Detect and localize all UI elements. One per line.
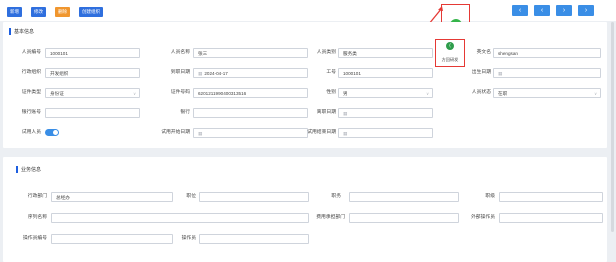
rank-field[interactable] (499, 192, 603, 202)
basic-info-card: 基本信息 ⟨ 方回研发 人员编号 1000101 人员名称 张三 人员类别 服务… (3, 22, 607, 148)
first-page-button[interactable]: ‹ (512, 5, 528, 16)
leave-date-label: 离职日期 (316, 110, 336, 115)
person-code-field[interactable]: 1000101 (45, 48, 140, 58)
external-operator-label: 外部操作员 (471, 215, 495, 220)
create-org-button[interactable]: 创建组织 (79, 7, 103, 17)
trial-start-label: 试用开始日期 (161, 130, 190, 135)
add-button[interactable]: 新增 (7, 7, 22, 17)
person-category-field[interactable]: 服务类 (338, 48, 433, 58)
position-field[interactable] (199, 192, 309, 202)
person-category-label: 人员类别 (316, 50, 336, 55)
business-info-card: 业务信息 行政部门 总经办 职位 职务 职级 序列名称 费用承担部门 外部操作员… (3, 157, 607, 262)
id-number-field[interactable]: 6201211990400313516 (193, 88, 308, 98)
operator-code-field[interactable] (51, 234, 173, 244)
person-status-select[interactable]: 在职 ∨ (493, 88, 601, 98)
hire-date-label: 到职日期 (170, 70, 190, 75)
admin-dept-label: 行政部门 (27, 194, 47, 199)
id-number-label: 证件号码 (170, 90, 190, 95)
trial-start-field[interactable]: ▦ (193, 128, 308, 138)
basic-info-title: 基本信息 (9, 28, 34, 35)
gender-select[interactable]: 男 ∨ (338, 88, 433, 98)
duty-field[interactable] (349, 192, 459, 202)
delete-button[interactable]: 删除 (55, 7, 70, 17)
trial-end-field[interactable]: ▦ (338, 128, 433, 138)
trial-toggle[interactable] (45, 129, 59, 136)
english-name-field[interactable]: shengsan (493, 48, 601, 58)
admin-dept-field[interactable]: 总经办 (51, 192, 173, 202)
bank-account-label: 银行账号 (21, 110, 41, 115)
sequence-name-field[interactable] (51, 213, 309, 223)
trial-end-label: 试用结束日期 (307, 130, 336, 135)
cost-dept-field[interactable] (349, 213, 459, 223)
operator-field[interactable] (199, 234, 309, 244)
position-label: 职位 (186, 194, 196, 199)
share-label: 方回研发 (441, 57, 459, 62)
leave-date-field[interactable]: ▦ (338, 108, 433, 118)
calendar-icon: ▦ (498, 71, 503, 76)
id-type-label: 证件类型 (21, 90, 41, 95)
chevron-down-icon: ∨ (594, 91, 597, 96)
person-code-label: 人员编号 (21, 50, 41, 55)
birth-date-label: 出生日期 (471, 70, 491, 75)
gender-label: 性别 (326, 90, 336, 95)
person-status-label: 人员状态 (471, 90, 491, 95)
admin-org-field[interactable]: 开发组织 (45, 68, 140, 78)
calendar-icon: ▦ (198, 131, 203, 136)
person-name-field[interactable]: 张三 (193, 48, 308, 58)
hire-date-field[interactable]: ▦ 2024-04-17 (193, 68, 308, 78)
prev-page-button[interactable]: ‹ (534, 5, 550, 16)
calendar-icon: ▦ (343, 131, 348, 136)
operator-label: 操作员 (181, 236, 196, 241)
next-page-button[interactable]: › (556, 5, 572, 16)
english-name-label: 英文名 (476, 50, 491, 55)
trial-label: 试用人员 (21, 130, 41, 135)
edit-button[interactable]: 修改 (31, 7, 46, 17)
vertical-scrollbar[interactable] (611, 22, 614, 232)
admin-org-label: 行政组织 (21, 70, 41, 75)
last-page-button[interactable]: › (578, 5, 594, 16)
cost-dept-label: 费用承担部门 (316, 215, 345, 220)
bank-label: 银行 (180, 110, 190, 115)
chevron-down-icon: ∨ (426, 91, 429, 96)
duty-label: 职务 (331, 194, 341, 199)
sequence-name-label: 序列名称 (27, 215, 47, 220)
rank-label: 职级 (485, 194, 495, 199)
employee-no-label: 工号 (326, 70, 336, 75)
bank-field[interactable] (193, 108, 308, 118)
toolbar: 新增 修改 删除 创建组织 ‹ ‹ › › (0, 0, 616, 21)
id-type-select[interactable]: 身份证 ∨ (45, 88, 140, 98)
birth-date-field[interactable]: ▦ (493, 68, 601, 78)
calendar-icon: ▦ (343, 111, 348, 116)
operator-code-label: 操作员编号 (23, 236, 47, 241)
business-info-title: 业务信息 (16, 166, 41, 173)
calendar-icon: ▦ (198, 71, 203, 76)
bank-account-field[interactable] (45, 108, 140, 118)
person-name-label: 人员名称 (170, 50, 190, 55)
employee-no-field[interactable]: 1000101 (338, 68, 433, 78)
chevron-down-icon: ∨ (133, 91, 136, 96)
share-icon[interactable]: ⟨ (446, 42, 454, 50)
external-operator-field[interactable] (499, 213, 603, 223)
